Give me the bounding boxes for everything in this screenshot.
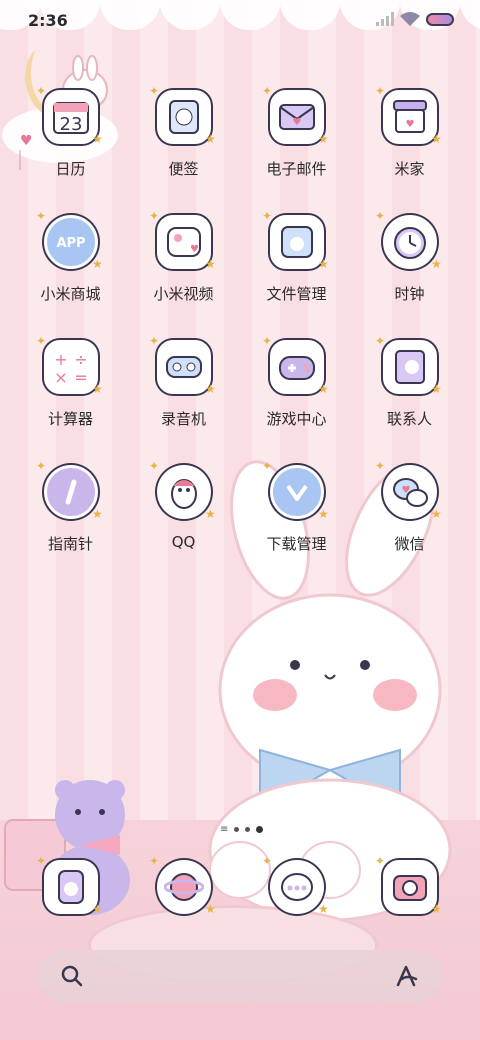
svg-text:÷: ÷ [74, 350, 87, 369]
dock-messages[interactable]: ✦ ★ [240, 850, 353, 940]
app-wechat[interactable]: ♥ ✦ ★ 微信 [353, 455, 466, 565]
contacts-icon [383, 340, 437, 394]
svg-text:♥: ♥ [190, 244, 199, 255]
app-qq[interactable]: ✦ ★ QQ [127, 455, 240, 565]
app-label: 联系人 [386, 410, 432, 428]
calculator-icon: + ÷ × = [44, 340, 98, 394]
app-label: 微信 [394, 535, 425, 553]
wifi-icon [400, 12, 420, 26]
recorder-icon [157, 340, 211, 394]
battery-icon [426, 12, 454, 26]
page-dot [245, 827, 251, 832]
app-label: 计算器 [47, 410, 93, 428]
camera-icon [383, 860, 437, 914]
mijia-icon: ♥ [383, 90, 437, 144]
app-label: QQ [171, 533, 196, 551]
qq-icon [157, 465, 211, 519]
app-contacts[interactable]: ✦ ★ 联系人 [353, 330, 466, 440]
mi-video-icon: ♥ [157, 215, 211, 269]
dock-phone[interactable]: ✦ ★ [14, 850, 127, 940]
calendar-badge: 23 [60, 114, 83, 135]
app-label: 小米商城 [40, 285, 101, 303]
clock-icon [383, 215, 437, 269]
mi-store-icon: APP [44, 215, 98, 269]
app-label: 日历 [55, 160, 86, 178]
status-bar: 2:36 [0, 0, 480, 40]
app-file-manager[interactable]: ✦ ★ 文件管理 [240, 205, 353, 315]
compass-icon [44, 465, 98, 519]
app-notes[interactable]: ✦ ★ 便签 [127, 80, 240, 190]
mi-store-badge: APP [56, 236, 85, 251]
svg-text:×: × [54, 368, 67, 387]
app-label: 指南针 [47, 535, 93, 553]
app-game-center[interactable]: ✦ ★ 游戏中心 [240, 330, 353, 440]
app-downloads[interactable]: ✦ ★ 下载管理 [240, 455, 353, 565]
app-recorder[interactable]: ✦ ★ 录音机 [127, 330, 240, 440]
dock-camera[interactable]: ✦ ★ [353, 850, 466, 940]
app-label: 小米视频 [153, 285, 214, 303]
svg-text:♥: ♥ [402, 485, 411, 496]
app-label: 文件管理 [266, 285, 327, 303]
app-label: 游戏中心 [266, 410, 327, 428]
page-dot-active [256, 826, 264, 833]
svg-text:=: = [74, 368, 87, 387]
assistant-icon[interactable] [394, 963, 420, 989]
search-bar[interactable] [38, 950, 442, 1002]
page-indicator[interactable]: ≡ [220, 824, 264, 835]
app-email[interactable]: ♥ ✦ ★ 电子邮件 [240, 80, 353, 190]
app-label: 便签 [168, 160, 199, 178]
app-label: 录音机 [160, 410, 206, 428]
search-icon[interactable] [60, 964, 84, 988]
phone-icon [44, 860, 98, 914]
downloads-icon [270, 465, 324, 519]
app-mi-store[interactable]: APP ✦ ★ 小米商城 [14, 205, 127, 315]
dock-browser[interactable]: ✦ ★ [127, 850, 240, 940]
svg-text:♥: ♥ [406, 119, 415, 130]
file-manager-icon [270, 215, 324, 269]
app-label: 时钟 [394, 285, 425, 303]
notes-icon [157, 90, 211, 144]
app-calendar[interactable]: 23 ✦ ★ 日历 [14, 80, 127, 190]
page-dot [234, 827, 240, 832]
svg-text:♥: ♥ [293, 117, 302, 128]
wechat-icon: ♥ [383, 465, 437, 519]
calendar-icon: 23 [44, 90, 98, 144]
app-label: 电子邮件 [266, 160, 327, 178]
svg-text:+: + [54, 350, 67, 369]
page-lines-icon: ≡ [220, 824, 229, 835]
app-clock[interactable]: ✦ ★ 时钟 [353, 205, 466, 315]
app-label: 下载管理 [266, 535, 327, 553]
app-mi-video[interactable]: ♥ ✦ ★ 小米视频 [127, 205, 240, 315]
app-label: 米家 [394, 160, 425, 178]
app-calculator[interactable]: + ÷ × = ✦ ★ 计算器 [14, 330, 127, 440]
status-time: 2:36 [28, 11, 68, 30]
app-compass[interactable]: ✦ ★ 指南针 [14, 455, 127, 565]
game-center-icon [270, 340, 324, 394]
email-icon: ♥ [270, 90, 324, 144]
browser-icon [157, 860, 211, 914]
app-mijia[interactable]: ♥ ✦ ★ 米家 [353, 80, 466, 190]
signal-icon [376, 12, 394, 26]
messages-icon [270, 860, 324, 914]
